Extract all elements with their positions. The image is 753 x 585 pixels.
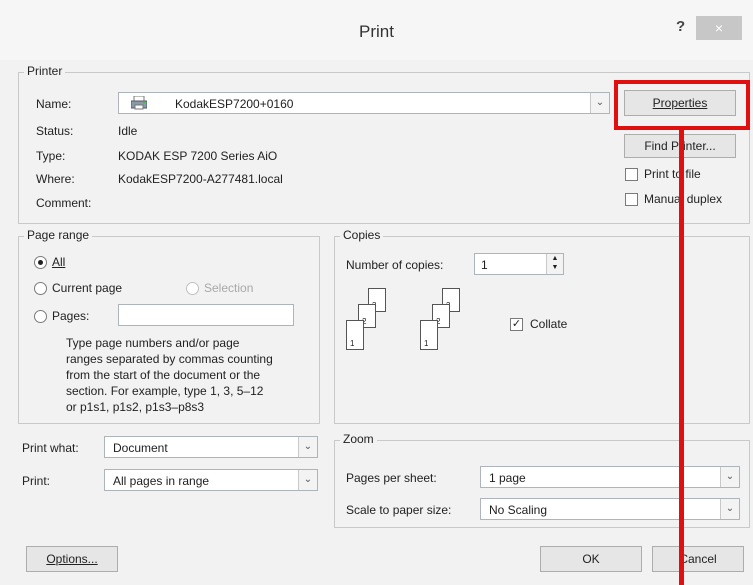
dialog-title: Print [359, 22, 394, 41]
page-range-legend: Page range [24, 228, 93, 242]
page-range-help-line3: from the start of the document or the [66, 368, 261, 382]
type-label: Type: [36, 149, 66, 163]
printer-name-select[interactable]: KodakESP7200+0160 ⌄ [118, 92, 610, 114]
comment-label: Comment: [36, 196, 92, 210]
number-of-copies-label: Number of copies: [346, 258, 444, 272]
number-of-copies-value: 1 [481, 258, 488, 272]
page-range-help-line4: section. For example, type 1, 3, 5–12 [66, 384, 264, 398]
collate-label: Collate [530, 317, 568, 331]
spinner-arrows-icon[interactable]: ▲ ▼ [546, 254, 563, 274]
title-bar: Print ? × [0, 0, 753, 60]
page-range-help-line5: or p1s1, p1s2, p1s3–p8s3 [66, 400, 205, 414]
radio-current-page[interactable] [34, 282, 47, 295]
scale-select[interactable]: No Scaling ⌄ [480, 498, 740, 520]
pages-per-sheet-select[interactable]: 1 page ⌄ [480, 466, 740, 488]
printer-name-value: KodakESP7200+0160 [175, 97, 294, 111]
print-select[interactable]: All pages in range ⌄ [104, 469, 318, 491]
chevron-down-icon: ⌄ [720, 467, 739, 487]
status-label: Status: [36, 124, 74, 138]
manual-duplex-checkbox[interactable] [625, 193, 638, 206]
highlight-box [614, 80, 750, 130]
options-button[interactable]: Options... [26, 546, 118, 572]
radio-selection-label: Selection [204, 281, 254, 295]
chevron-down-icon: ⌄ [298, 470, 317, 490]
print-label: Print: [22, 474, 51, 488]
zoom-legend: Zoom [340, 432, 377, 446]
cancel-button-label: Cancel [679, 552, 717, 566]
pages-input[interactable] [118, 304, 294, 326]
print-dialog: Print ? × Printer Name: KodakESP7200+016… [0, 0, 753, 585]
print-value: All pages in range [113, 474, 210, 488]
pages-per-sheet-value: 1 page [489, 471, 526, 485]
page-icon: 1 [346, 320, 364, 350]
page-range-help-line1: Type page numbers and/or page [66, 336, 240, 350]
radio-all[interactable] [34, 256, 47, 269]
ok-button[interactable]: OK [540, 546, 642, 572]
printer-legend: Printer [24, 64, 66, 78]
print-what-value: Document [113, 441, 168, 455]
number-of-copies-input[interactable]: 1 ▲ ▼ [474, 253, 564, 275]
status-value: Idle [118, 124, 138, 138]
collate-checkbox[interactable]: ✓ [510, 318, 523, 331]
pages-per-sheet-label: Pages per sheet: [346, 471, 437, 485]
ok-button-label: OK [582, 552, 600, 566]
where-value: KodakESP7200-A277481.local [118, 172, 283, 186]
page-icon: 1 [420, 320, 438, 350]
chevron-down-icon: ⌄ [590, 93, 609, 113]
scale-value: No Scaling [489, 503, 548, 517]
radio-pages-label: Pages: [52, 309, 90, 323]
help-icon[interactable]: ? [676, 18, 685, 35]
chevron-down-icon: ⌄ [720, 499, 739, 519]
radio-pages[interactable] [34, 310, 47, 323]
highlight-line [679, 130, 684, 585]
name-label: Name: [36, 97, 72, 111]
radio-current-page-label: Current page [52, 281, 123, 295]
radio-selection[interactable] [186, 282, 199, 295]
where-label: Where: [36, 172, 75, 186]
chevron-down-icon: ⌄ [298, 437, 317, 457]
print-to-file-label: Print to file [644, 167, 701, 181]
options-button-label: Options... [46, 552, 98, 566]
type-value: KODAK ESP 7200 Series AiO [118, 149, 278, 163]
page-range-help-line2: ranges separated by commas counting [66, 352, 273, 366]
copies-legend: Copies [340, 228, 384, 242]
radio-all-label: All [52, 255, 66, 269]
printer-icon [130, 95, 148, 110]
cancel-button[interactable]: Cancel [652, 546, 744, 572]
print-what-label: Print what: [22, 441, 79, 455]
scale-label: Scale to paper size: [346, 503, 452, 517]
print-to-file-checkbox[interactable] [625, 168, 638, 181]
print-what-select[interactable]: Document ⌄ [104, 436, 318, 458]
close-button[interactable]: × [696, 16, 742, 40]
